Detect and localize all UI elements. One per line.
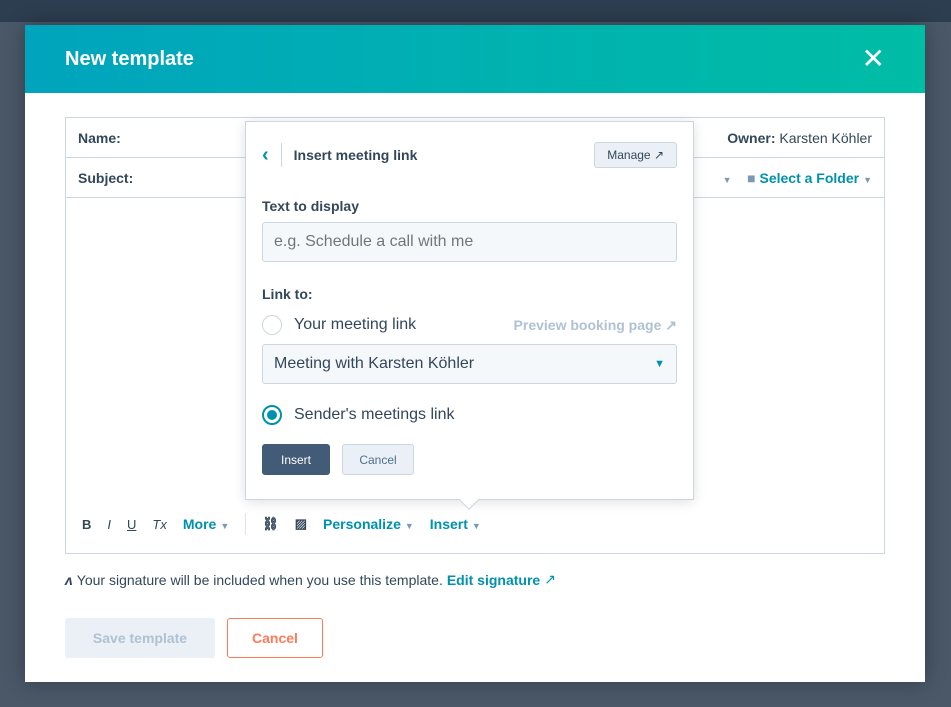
signature-icon: ʌ bbox=[65, 571, 73, 588]
senders-meetings-link-radio[interactable]: Sender's meetings link bbox=[262, 402, 677, 428]
personalize-label: Personalize bbox=[323, 516, 401, 532]
external-link-icon: ↗ bbox=[653, 148, 664, 162]
preview-booking-page-link[interactable]: Preview booking page ↗ bbox=[514, 317, 677, 334]
link-icon[interactable]: ⛓ bbox=[262, 516, 279, 532]
back-chevron-icon[interactable]: ‹ bbox=[262, 143, 282, 167]
owner[interactable]: Owner: Karsten Köhler bbox=[727, 130, 872, 146]
close-icon[interactable]: ✕ bbox=[862, 45, 885, 73]
insert-meeting-link-popover: ‹ Insert meeting link Manage ↗ Text to d… bbox=[245, 121, 694, 510]
meeting-select-value: Meeting with Karsten Köhler bbox=[274, 355, 475, 372]
more-menu[interactable]: More ▼ bbox=[183, 516, 229, 532]
folder-select[interactable]: ▼ ■ Select a Folder ▼ bbox=[719, 170, 872, 186]
subject-label: Subject: bbox=[78, 169, 134, 186]
popover-actions: Insert Cancel bbox=[262, 444, 677, 475]
popover-cancel-button[interactable]: Cancel bbox=[342, 444, 414, 475]
text-to-display-label: Text to display bbox=[262, 198, 359, 214]
preview-label: Preview booking page bbox=[513, 316, 662, 333]
insert-label: Insert bbox=[429, 516, 468, 532]
caret-down-icon: ▼ bbox=[220, 521, 230, 531]
external-link-icon: ↗ bbox=[665, 316, 677, 333]
italic-button[interactable]: I bbox=[107, 517, 111, 532]
radio-label: Sender's meetings link bbox=[294, 406, 455, 423]
radio-circle-selected[interactable] bbox=[262, 405, 282, 425]
more-label: More bbox=[182, 516, 217, 532]
manage-label: Manage bbox=[607, 148, 651, 162]
text-to-display-input[interactable] bbox=[262, 222, 677, 262]
popover-header: ‹ Insert meeting link Manage ↗ bbox=[262, 122, 677, 188]
edit-signature-link[interactable]: Edit signature bbox=[447, 572, 540, 588]
image-icon[interactable]: ▨ bbox=[295, 516, 307, 532]
radio-circle[interactable] bbox=[262, 315, 282, 335]
folder-icon: ■ bbox=[747, 169, 756, 186]
modal-title: New template bbox=[65, 47, 194, 70]
clear-format-button[interactable]: Tx bbox=[152, 517, 166, 532]
insert-button[interactable]: Insert bbox=[262, 444, 330, 475]
owner-label: Owner: bbox=[727, 129, 776, 146]
external-link-icon: ↗ bbox=[544, 571, 556, 587]
meeting-select[interactable]: Meeting with Karsten Köhler ▼ bbox=[262, 344, 677, 384]
cancel-button[interactable]: Cancel bbox=[227, 618, 323, 658]
radio-label: Your meeting link bbox=[294, 316, 417, 333]
signature-text: Your signature will be included when you… bbox=[76, 571, 443, 588]
manage-button[interactable]: Manage ↗ bbox=[594, 142, 677, 168]
folder-label: Select a Folder bbox=[759, 169, 860, 186]
save-template-button[interactable]: Save template bbox=[65, 618, 215, 658]
modal-header: New template ✕ bbox=[25, 25, 925, 93]
popover-title: Insert meeting link bbox=[293, 147, 418, 163]
bold-button[interactable]: B bbox=[82, 517, 91, 532]
owner-value: Karsten Köhler bbox=[779, 129, 872, 146]
caret-down-icon: ▼ bbox=[722, 174, 732, 185]
caret-down-icon: ▼ bbox=[471, 521, 481, 531]
background-app-bar bbox=[0, 0, 951, 22]
divider bbox=[245, 513, 247, 535]
caret-down-icon: ▼ bbox=[654, 358, 665, 370]
link-to-label: Link to: bbox=[262, 286, 313, 302]
name-label: Name: bbox=[78, 129, 121, 146]
insert-menu[interactable]: Insert ▼ bbox=[430, 516, 481, 532]
your-meeting-link-radio[interactable]: Your meeting link Preview booking page ↗ bbox=[262, 312, 677, 338]
editor-toolbar: B I U Tx More ▼ ⛓ ▨ Personalize ▼ Insert ▼ bbox=[82, 513, 481, 535]
personalize-menu[interactable]: Personalize ▼ bbox=[323, 516, 414, 532]
underline-button[interactable]: U bbox=[127, 517, 136, 532]
caret-down-icon: ▼ bbox=[863, 174, 872, 185]
signature-note: ʌ Your signature will be included when y… bbox=[65, 571, 556, 588]
caret-down-icon: ▼ bbox=[404, 521, 414, 531]
